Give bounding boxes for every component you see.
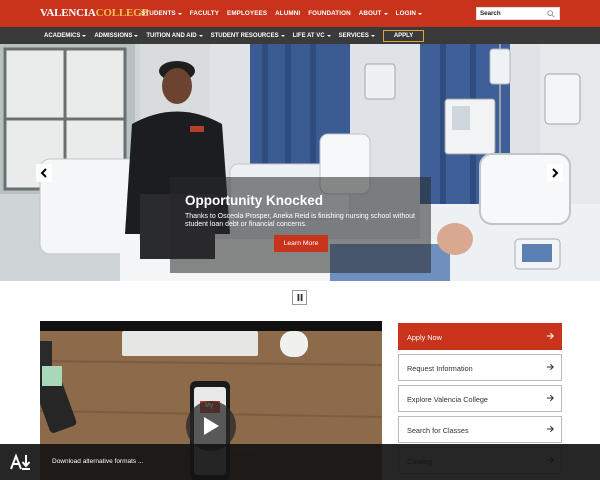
main-nav-tuition-and-aid[interactable]: TUITION AND AID xyxy=(146,32,203,39)
top-nav-label: ALUMNI xyxy=(275,10,301,17)
top-nav-label: FOUNDATION xyxy=(308,10,351,17)
arrow-right-icon xyxy=(546,425,554,433)
chevron-down-icon xyxy=(82,34,87,37)
alt-formats-text: Download alternative formats ... xyxy=(52,458,144,465)
accessibility-download-icon[interactable] xyxy=(10,453,32,471)
quick-link-label: Apply Now xyxy=(407,333,442,342)
hero-next-arrow[interactable] xyxy=(547,164,563,182)
quick-link-explore-valencia-college[interactable]: Explore Valencia College xyxy=(398,385,562,412)
top-nav-label: ABOUT xyxy=(358,10,382,17)
main-nav-label: ACADEMICS xyxy=(44,32,81,39)
main-nav-life-at-vc[interactable]: LIFE AT VC xyxy=(293,33,331,39)
main-nav-label: STUDENT RESOURCES xyxy=(210,32,279,39)
play-icon xyxy=(204,417,219,435)
hero-prev-arrow[interactable] xyxy=(36,164,52,182)
chevron-down-icon xyxy=(326,34,331,37)
search-icon[interactable] xyxy=(547,10,555,18)
slider-pause-button[interactable] xyxy=(292,290,307,305)
quick-link-label: Request Information xyxy=(407,364,473,373)
search-box[interactable]: Search xyxy=(476,7,560,20)
top-nav-alumni[interactable]: ALUMNI xyxy=(275,10,300,17)
chevron-down-icon xyxy=(418,12,423,15)
quick-link-apply-now[interactable]: Apply Now xyxy=(398,323,562,350)
chevron-down-icon xyxy=(134,34,139,37)
top-nav-employees[interactable]: EMPLOYEES xyxy=(227,10,267,17)
top-nav-label: STUDENTS xyxy=(141,10,176,17)
alt-formats-bar[interactable]: Download alternative formats ... xyxy=(0,444,600,480)
chevron-down-icon xyxy=(370,34,375,37)
main-nav-label: LIFE AT VC xyxy=(292,32,325,39)
main-nav-label: ADMISSIONS xyxy=(94,32,133,39)
pause-icon xyxy=(297,294,302,301)
quick-link-label: Explore Valencia College xyxy=(407,395,488,404)
top-nav: STUDENTS FACULTY EMPLOYEES ALUMNI FOUNDATION… xyxy=(141,0,430,27)
hero-slider: Opportunity Knocked Thanks to Osceola Pr… xyxy=(0,44,600,281)
logo-text-valencia: VALENCIA xyxy=(40,7,96,19)
main-nav: ACADEMICS ADMISSIONS TUITION AND AID STUDEN… xyxy=(0,27,600,44)
main-nav-services[interactable]: SERVICES xyxy=(339,33,375,39)
valencia-logo[interactable]: VALENCIA COLLEGE xyxy=(40,7,149,21)
chevron-down-icon xyxy=(280,34,285,37)
top-nav-foundation[interactable]: FOUNDATION xyxy=(308,10,351,17)
arrow-right-icon xyxy=(546,363,554,371)
hero-text: Thanks to Osceola Prosper, Aneka Reid is… xyxy=(185,213,415,228)
top-nav-login[interactable]: LOGIN xyxy=(395,10,423,17)
top-nav-label: LOGIN xyxy=(395,10,417,17)
top-nav-students[interactable]: STUDENTS xyxy=(141,10,182,17)
top-header: VALENCIA COLLEGE STUDENTS FACULTY EMPLOYEE… xyxy=(0,0,600,27)
main-nav-academics[interactable]: ACADEMICS xyxy=(44,32,87,39)
main-nav-menu: ACADEMICS ADMISSIONS TUITION AND AID STUDEN… xyxy=(44,27,425,44)
main-nav-admissions[interactable]: ADMISSIONS xyxy=(94,32,139,39)
chevron-right-icon xyxy=(552,168,559,178)
learn-more-button[interactable]: Learn More xyxy=(274,235,328,252)
quick-link-request-information[interactable]: Request Information xyxy=(398,354,562,381)
chevron-left-icon xyxy=(40,168,47,178)
quick-link-label: Search for Classes xyxy=(407,426,469,435)
chevron-down-icon xyxy=(198,34,203,37)
arrow-right-icon xyxy=(546,394,554,402)
arrow-right-icon xyxy=(546,332,554,340)
apply-button[interactable]: APPLY xyxy=(382,29,425,42)
top-nav-faculty[interactable]: FACULTY xyxy=(190,10,219,17)
hero-caption: Opportunity Knocked Thanks to Osceola Pr… xyxy=(170,177,431,273)
top-nav-label: EMPLOYEES xyxy=(227,10,268,17)
chevron-down-icon xyxy=(383,12,388,15)
search-label: Search xyxy=(480,10,501,17)
hero-title: Opportunity Knocked xyxy=(185,193,323,208)
top-nav-label: FACULTY xyxy=(189,10,220,17)
top-nav-about[interactable]: ABOUT xyxy=(359,10,388,17)
chevron-down-icon xyxy=(177,12,182,15)
main-nav-label: SERVICES xyxy=(338,32,369,39)
main-nav-student-resources[interactable]: STUDENT RESOURCES xyxy=(211,33,285,39)
valencia-homepage: VALENCIA COLLEGE STUDENTS FACULTY EMPLOYEE… xyxy=(0,0,600,480)
main-nav-label: TUITION AND AID xyxy=(146,32,197,39)
quick-link-search-for-classes[interactable]: Search for Classes xyxy=(398,416,562,443)
